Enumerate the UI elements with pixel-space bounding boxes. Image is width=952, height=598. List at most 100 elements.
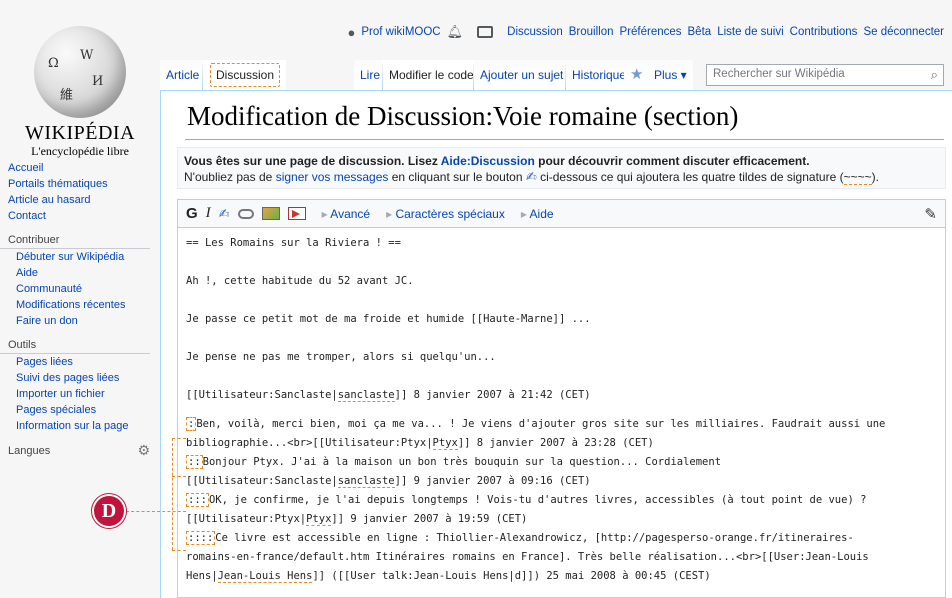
sidebar-item-community[interactable]: Communauté bbox=[0, 281, 160, 297]
search-placeholder: Rechercher sur Wikipédia bbox=[713, 68, 845, 80]
annotation-leader bbox=[172, 438, 186, 439]
help-discussion-link[interactable]: Aide:Discussion bbox=[441, 154, 535, 168]
contributions-link[interactable]: Contributions bbox=[790, 26, 858, 38]
username-highlight: Jean-Louis Hens bbox=[217, 570, 313, 583]
beta-link[interactable]: Bêta bbox=[688, 26, 712, 38]
user-link[interactable]: Prof wikiMOOC bbox=[361, 26, 440, 38]
wikitext-line: Je pense ne pas me tromper, alors si que… bbox=[186, 351, 496, 363]
globe-glyph: 維 bbox=[60, 88, 74, 103]
wikitext-line: romains-en-france/default.htm Itinéraire… bbox=[186, 551, 869, 563]
sidebar-item-contact[interactable]: Contact bbox=[0, 208, 160, 224]
username-highlight: Ptyx bbox=[306, 513, 332, 526]
sidebar-heading-languages: Langues bbox=[8, 444, 51, 457]
sidebar-item-recent-changes[interactable]: Modifications récentes bbox=[0, 297, 160, 313]
tab-label: Lire bbox=[360, 68, 381, 82]
link-icon[interactable] bbox=[237, 208, 254, 219]
username-highlight: sanclaste bbox=[337, 389, 395, 402]
sidebar-item-random[interactable]: Article au hasard bbox=[0, 192, 160, 208]
tab-label: Historique bbox=[572, 68, 627, 82]
sidebar-item-home[interactable]: Accueil bbox=[0, 160, 160, 176]
tab-label: Ajouter un sujet bbox=[480, 68, 564, 82]
notices-tray-icon[interactable] bbox=[477, 26, 494, 38]
media-icon[interactable] bbox=[287, 207, 306, 220]
sidebar-languages: Langues ⚙ bbox=[0, 442, 150, 459]
pencil-icon[interactable]: ✎ bbox=[924, 205, 937, 223]
notice-text: en cliquant sur le bouton bbox=[388, 170, 526, 184]
logout-link[interactable]: Se déconnecter bbox=[863, 26, 944, 38]
sidebar-item-donate[interactable]: Faire un don bbox=[0, 313, 160, 329]
sidebar-item-portals[interactable]: Portails thématiques bbox=[0, 176, 160, 192]
sidebar-heading-tools: Outils bbox=[0, 337, 150, 354]
content-area: Modification de Discussion:Voie romaine … bbox=[160, 90, 952, 598]
wikitext-line: [[Utilisateur:Sanclaste|sanclaste]] 9 ja… bbox=[186, 475, 591, 488]
indent-colons: :::: bbox=[186, 531, 216, 545]
sidebar-heading-contribute: Contribuer bbox=[0, 232, 150, 249]
wikitext-editor[interactable]: G I ✍ Avancé Caractères spéciaux Aide ✎ … bbox=[177, 199, 946, 598]
wikitext-line: :: Bonjour Ptyx. J'ai à la maison un bon … bbox=[186, 455, 722, 469]
page-title: Modification de Discussion:Voie romaine … bbox=[187, 101, 739, 131]
signature-button[interactable]: ✍ bbox=[219, 206, 230, 222]
help-menu[interactable]: Aide bbox=[521, 207, 554, 221]
annotation-leader bbox=[172, 550, 186, 551]
tab-discussion[interactable]: Discussion bbox=[204, 60, 287, 90]
personal-tools: ● Prof wikiMOOC 🔔︎ Discussion Brouillon … bbox=[348, 24, 944, 40]
sidebar-item-special-pages[interactable]: Pages spéciales bbox=[0, 402, 160, 418]
annotation-leader bbox=[172, 438, 173, 550]
sidebar-item-page-info[interactable]: Information sur la page bbox=[0, 418, 160, 434]
tab-history[interactable]: Historique bbox=[566, 60, 633, 90]
gear-icon[interactable]: ⚙ bbox=[137, 442, 150, 459]
wikitext-line: == Les Romains sur la Riviera ! == bbox=[186, 237, 401, 249]
advanced-menu[interactable]: Avancé bbox=[322, 207, 370, 221]
personal-discussion-link[interactable]: Discussion bbox=[507, 26, 563, 38]
indent-colons: : bbox=[186, 417, 197, 431]
username-highlight: Ptyx bbox=[432, 437, 458, 450]
tab-label: Discussion bbox=[210, 63, 281, 87]
notice-text: pour découvrir comment discuter efficace… bbox=[534, 154, 810, 168]
special-characters-menu[interactable]: Caractères spéciaux bbox=[386, 207, 504, 221]
sidebar-item-getting-started[interactable]: Débuter sur Wikipédia bbox=[0, 249, 160, 265]
wikitext-body[interactable]: == Les Romains sur la Riviera ! == Ah !,… bbox=[178, 228, 945, 592]
sandbox-link[interactable]: Brouillon bbox=[569, 26, 614, 38]
preferences-link[interactable]: Préférences bbox=[620, 26, 682, 38]
notice-text: ). bbox=[871, 170, 879, 184]
tab-add-topic[interactable]: Ajouter un sujet bbox=[474, 60, 570, 90]
wikitext-line: Hens|Jean-Louis Hens]] ([[User talk:Jean… bbox=[186, 570, 711, 583]
notice-text: Vous êtes sur une page de discussion. Li… bbox=[184, 154, 441, 168]
indent-colons: :: bbox=[186, 455, 203, 469]
watchlist-link[interactable]: Liste de suivi bbox=[717, 26, 783, 38]
annotation-marker-d: D bbox=[94, 496, 124, 526]
wikitext-line: Je passe ce petit mot de ma froide et hu… bbox=[186, 313, 591, 325]
bell-icon[interactable]: 🔔︎ bbox=[447, 24, 464, 40]
globe-glyph: Ω bbox=[48, 56, 59, 71]
italic-button[interactable]: I bbox=[206, 205, 211, 222]
wikitext-line: [[Utilisateur:Sanclaste|sanclaste]] 8 ja… bbox=[186, 389, 591, 402]
sidebar-item-what-links-here[interactable]: Pages liées bbox=[0, 354, 160, 370]
user-icon: ● bbox=[347, 24, 356, 40]
watch-star[interactable]: ★ bbox=[624, 60, 650, 90]
wikitext-line: ::: OK, je confirme, je l'ai depuis longt… bbox=[186, 493, 867, 507]
sidebar-item-related-changes[interactable]: Suivi des pages liées bbox=[0, 370, 160, 386]
search-input[interactable]: Rechercher sur Wikipédia ⌕ bbox=[706, 64, 944, 86]
sidebar-item-help[interactable]: Aide bbox=[0, 265, 160, 281]
talk-page-notice: Vous êtes sur une page de discussion. Li… bbox=[177, 147, 946, 189]
sidebar: Accueil Portails thématiques Article au … bbox=[0, 160, 160, 459]
star-icon: ★ bbox=[630, 66, 644, 83]
annotation-leader bbox=[126, 511, 186, 512]
indent-colons: ::: bbox=[186, 493, 209, 507]
tab-edit-source[interactable]: Modifier le code bbox=[383, 60, 480, 90]
image-icon[interactable] bbox=[261, 207, 280, 220]
search-icon[interactable]: ⌕ bbox=[931, 67, 938, 83]
editor-toolbar: G I ✍ Avancé Caractères spéciaux Aide ✎ bbox=[178, 200, 945, 228]
wikipedia-logo[interactable]: Ω W И 維 WIKIPÉDIA L'encyclopédie libre bbox=[0, 0, 160, 160]
tab-article[interactable]: Article bbox=[160, 60, 206, 90]
sidebar-item-upload[interactable]: Importer un fichier bbox=[0, 386, 160, 402]
more-menu[interactable]: Plus ▾ bbox=[648, 60, 693, 90]
tab-label: Article bbox=[166, 68, 200, 82]
wikitext-line: [[Utilisateur:Ptyx|Ptyx]] 9 janvier 2007… bbox=[186, 513, 528, 526]
bold-button[interactable]: G bbox=[186, 205, 198, 222]
globe-glyph: И bbox=[92, 74, 104, 89]
wikitext-line: bibliographie...<br>[[Utilisateur:Ptyx|P… bbox=[186, 437, 654, 450]
tildes-text: ~~~~ bbox=[843, 170, 872, 185]
sign-messages-link[interactable]: signer vos messages bbox=[276, 170, 389, 184]
wikitext-line: : Ben, voilà, merci bien, moi ça me va...… bbox=[186, 417, 886, 431]
